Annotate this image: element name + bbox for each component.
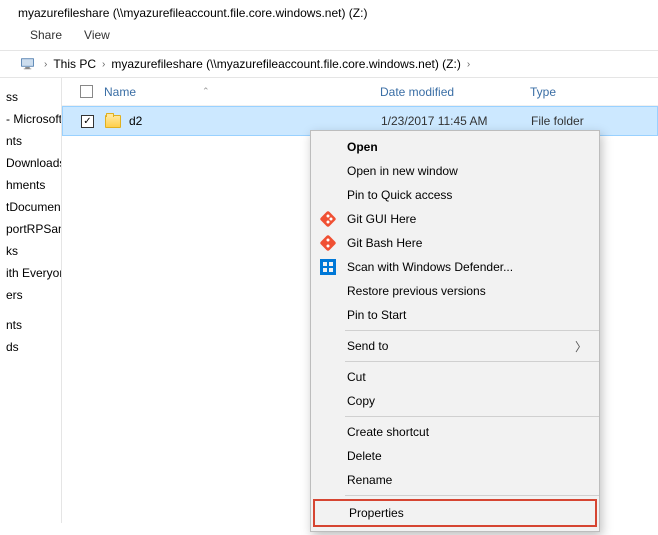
menu-open[interactable]: Open xyxy=(311,135,599,159)
ribbon-tab-share[interactable]: Share xyxy=(30,28,62,42)
menu-create-shortcut[interactable]: Create shortcut xyxy=(311,420,599,444)
menu-git-gui[interactable]: Git GUI Here xyxy=(311,207,599,231)
ribbon-tab-view[interactable]: View xyxy=(84,28,110,42)
column-name[interactable]: Name⌃ xyxy=(104,85,380,99)
menu-separator xyxy=(345,416,599,417)
column-date[interactable]: Date modified xyxy=(380,85,530,99)
defender-icon xyxy=(319,258,337,276)
sidebar-item[interactable]: ks xyxy=(0,240,61,262)
chevron-right-icon: › xyxy=(467,59,470,70)
sidebar-item[interactable]: nts xyxy=(0,130,61,152)
git-bash-icon xyxy=(319,234,337,252)
menu-separator xyxy=(345,361,599,362)
menu-delete[interactable]: Delete xyxy=(311,444,599,468)
highlighted-menu-item: Properties xyxy=(313,499,597,527)
breadcrumb[interactable]: › This PC › myazurefileshare (\\myazuref… xyxy=(0,51,658,78)
sidebar-item[interactable]: - Microsoft xyxy=(0,108,61,130)
file-date: 1/23/2017 11:45 AM xyxy=(381,114,531,128)
menu-windows-defender[interactable]: Scan with Windows Defender... xyxy=(311,255,599,279)
menu-restore-previous[interactable]: Restore previous versions xyxy=(311,279,599,303)
menu-cut[interactable]: Cut xyxy=(311,365,599,389)
context-menu: Open Open in new window Pin to Quick acc… xyxy=(310,130,600,532)
menu-separator xyxy=(345,330,599,331)
sidebar-item[interactable]: nts xyxy=(0,314,61,336)
menu-rename[interactable]: Rename xyxy=(311,468,599,492)
sidebar-item[interactable]: hments xyxy=(0,174,61,196)
file-type: File folder xyxy=(531,114,657,128)
sort-caret-icon: ⌃ xyxy=(202,86,210,97)
folder-icon xyxy=(105,115,121,128)
ribbon-tabs: Share View xyxy=(0,24,658,50)
chevron-right-icon: 〉 xyxy=(575,338,587,355)
breadcrumb-location[interactable]: myazurefileshare (\\myazurefileaccount.f… xyxy=(111,57,460,71)
menu-properties[interactable]: Properties xyxy=(315,501,595,525)
sidebar-item xyxy=(0,306,61,314)
sidebar-item[interactable]: ds xyxy=(0,336,61,358)
sidebar-item[interactable]: tDocumen xyxy=(0,196,61,218)
menu-open-new-window[interactable]: Open in new window xyxy=(311,159,599,183)
pc-icon xyxy=(20,57,38,71)
sidebar-item[interactable]: ers xyxy=(0,284,61,306)
menu-git-bash[interactable]: Git Bash Here xyxy=(311,231,599,255)
chevron-right-icon: › xyxy=(102,59,105,70)
column-type[interactable]: Type xyxy=(530,85,658,99)
sidebar: ss - Microsoft nts Downloads hments tDoc… xyxy=(0,78,62,523)
menu-separator xyxy=(345,495,599,496)
sidebar-item[interactable]: ith Everyon xyxy=(0,262,61,284)
file-name: d2 xyxy=(129,114,142,128)
menu-send-to[interactable]: Send to 〉 xyxy=(311,334,599,358)
select-all-checkbox[interactable] xyxy=(80,85,93,98)
sidebar-item[interactable]: ss xyxy=(0,86,61,108)
column-headers: Name⌃ Date modified Type xyxy=(62,78,658,106)
breadcrumb-pc[interactable]: This PC xyxy=(53,57,96,71)
row-checkbox[interactable]: ✓ xyxy=(81,115,94,128)
git-gui-icon xyxy=(319,210,337,228)
sidebar-item[interactable]: Downloads xyxy=(0,152,61,174)
chevron-right-icon: › xyxy=(44,59,47,70)
menu-pin-start[interactable]: Pin to Start xyxy=(311,303,599,327)
menu-pin-quick-access[interactable]: Pin to Quick access xyxy=(311,183,599,207)
sidebar-item[interactable]: portRPSam xyxy=(0,218,61,240)
menu-copy[interactable]: Copy xyxy=(311,389,599,413)
window-title: myazurefileshare (\\myazurefileaccount.f… xyxy=(0,0,658,24)
